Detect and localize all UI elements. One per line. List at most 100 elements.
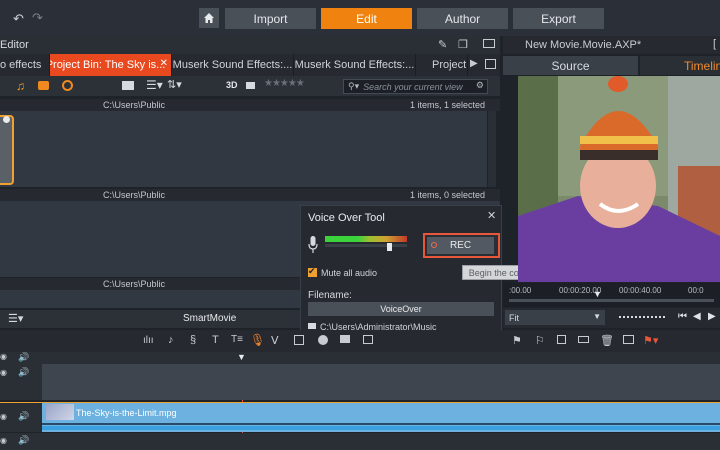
split-icon[interactable]: ᐯ bbox=[271, 334, 279, 347]
bin-header-1: C:\Users\Public 1 items, 1 selected bbox=[0, 99, 500, 111]
rating-stars-icon[interactable]: ★★★★★ bbox=[264, 78, 305, 89]
editor-title: Editor bbox=[0, 39, 29, 51]
home-button[interactable] bbox=[199, 8, 219, 28]
export-button[interactable]: Export bbox=[513, 8, 604, 29]
tab-timeline[interactable]: Timeline bbox=[640, 56, 720, 75]
smartmovie-label[interactable]: SmartMovie bbox=[183, 313, 236, 324]
info-icon[interactable] bbox=[3, 116, 10, 123]
marker-menu-icon[interactable]: ⚑▾ bbox=[643, 334, 658, 347]
media-thumbnail[interactable] bbox=[0, 115, 14, 185]
music-note-icon[interactable]: ♪ bbox=[168, 334, 174, 346]
folder-icon[interactable] bbox=[122, 81, 134, 90]
playhead-icon[interactable]: ▼ bbox=[237, 352, 246, 362]
music-icon[interactable]: ♫ bbox=[16, 79, 25, 93]
close-icon[interactable]: ✕ bbox=[487, 209, 496, 222]
tab-effects[interactable]: o effects bbox=[0, 54, 50, 76]
marker-icon[interactable]: ⚑ bbox=[512, 334, 522, 347]
track-3: ◉ 🔊 bbox=[0, 433, 720, 450]
copy-icon[interactable]: ❐ bbox=[458, 38, 468, 51]
menu-icon[interactable]: ☰▾ bbox=[8, 312, 23, 325]
speaker-icon[interactable]: 🔊 bbox=[18, 435, 29, 446]
timeline-toolbar: ılıı ♪ § T T≡ 🎙 ᐯ ⚑ ⚐ 🗑 ⚑▾ bbox=[0, 330, 720, 352]
bin-status-2: 1 items, 0 selected bbox=[410, 190, 486, 200]
author-button[interactable]: Author bbox=[417, 8, 508, 29]
smartmovie-bar: ☰▾ SmartMovie bbox=[0, 310, 300, 328]
delete-icon[interactable]: 🗑 bbox=[600, 334, 614, 347]
redo-icon[interactable]: ↷ bbox=[32, 10, 43, 26]
player-ruler[interactable]: :00.00 00:00:20.00 00:00:40.00 00:0 ▼ bbox=[503, 283, 720, 307]
list-view-icon[interactable]: ☰▾ bbox=[146, 78, 163, 92]
ruler-label: 00:0 bbox=[688, 286, 704, 295]
import-button[interactable]: Import bbox=[225, 8, 316, 29]
scroll-right-icon[interactable]: ▶ bbox=[470, 58, 478, 69]
edit-button[interactable]: Edit bbox=[321, 8, 412, 29]
sort-icon[interactable]: ⇅▾ bbox=[167, 78, 182, 91]
settings-icon[interactable]: ⚙ bbox=[476, 80, 484, 91]
audio-mixer-icon[interactable]: ılıı bbox=[143, 335, 154, 346]
3d-filter[interactable]: 3D bbox=[226, 80, 238, 90]
jog-shuttle[interactable] bbox=[619, 316, 665, 318]
screen-icon[interactable] bbox=[363, 335, 373, 344]
voice-over-title: Voice Over Tool bbox=[308, 212, 385, 224]
scrollbar[interactable] bbox=[488, 111, 496, 187]
tab-project-b[interactable]: Project B bbox=[416, 54, 468, 76]
tab-source[interactable]: Source bbox=[503, 56, 638, 75]
rec-button[interactable]: REC bbox=[427, 237, 494, 254]
search-input[interactable]: ⚲▾ Search your current view ⚙ bbox=[343, 79, 488, 94]
playhead-icon[interactable]: ▼ bbox=[593, 289, 602, 299]
multicam-icon[interactable] bbox=[294, 335, 304, 345]
search-placeholder: Search your current view bbox=[363, 81, 463, 92]
timeline-ruler[interactable]: ▼ bbox=[0, 352, 720, 364]
tab-muserk-2[interactable]: Muserk Sound Effects:... bbox=[294, 54, 416, 76]
tab-menu-icon[interactable] bbox=[485, 59, 496, 69]
level-slider-handle[interactable] bbox=[387, 243, 392, 251]
tag-icon[interactable] bbox=[246, 82, 255, 89]
speaker-icon[interactable]: 🔊 bbox=[18, 411, 29, 422]
step-back-icon[interactable]: ◀ bbox=[693, 311, 701, 322]
scorefitter-icon[interactable]: § bbox=[190, 334, 196, 346]
storyboard-icon[interactable] bbox=[340, 335, 350, 343]
video-preview[interactable] bbox=[518, 76, 720, 282]
scrub-bar[interactable] bbox=[509, 299, 714, 302]
level-meter bbox=[325, 236, 407, 242]
title-icon[interactable]: T bbox=[212, 334, 219, 346]
panel-layout-icon[interactable] bbox=[483, 39, 495, 48]
expand-icon[interactable]: [ bbox=[713, 38, 716, 50]
eye-icon[interactable]: ◉ bbox=[0, 352, 7, 361]
tab-project-bin[interactable]: Project Bin: The Sky is... ✕ bbox=[50, 54, 172, 76]
level-track bbox=[325, 244, 407, 247]
speaker-icon[interactable]: 🔊 bbox=[18, 352, 29, 363]
color-icon[interactable] bbox=[318, 335, 328, 345]
skip-back-icon[interactable]: ⏮ bbox=[678, 311, 687, 322]
video-frame-image bbox=[518, 76, 720, 282]
ripple-icon[interactable] bbox=[578, 336, 589, 343]
disc-icon[interactable] bbox=[62, 80, 73, 91]
eye-icon[interactable]: ◉ bbox=[0, 412, 7, 421]
eye-icon[interactable]: ◉ bbox=[0, 368, 7, 377]
link-icon[interactable]: ✎ bbox=[438, 38, 447, 51]
snapshot-icon[interactable] bbox=[623, 335, 634, 344]
trim-icon[interactable] bbox=[557, 335, 566, 344]
close-icon[interactable]: ✕ bbox=[160, 58, 168, 69]
eye-icon[interactable]: ◉ bbox=[0, 436, 7, 445]
filename-label: Filename: bbox=[308, 290, 352, 301]
photo-icon[interactable] bbox=[38, 81, 49, 90]
folder-icon[interactable] bbox=[308, 323, 316, 329]
undo-arrow-icon[interactable] bbox=[16, 10, 26, 24]
tab-project-bin-label: Project Bin: The Sky is... bbox=[50, 59, 166, 71]
track-1[interactable] bbox=[42, 364, 720, 400]
player-header: New Movie.Movie.AXP* [ bbox=[503, 36, 720, 54]
top-navigation-bar: ↶ ↷ Import Edit Author Export bbox=[0, 0, 720, 36]
play-icon[interactable]: ▶ bbox=[708, 311, 716, 322]
video-clip[interactable]: The-Sky-is-the-Limit.mpg bbox=[42, 402, 720, 432]
title-editor-icon[interactable]: T≡ bbox=[231, 334, 243, 345]
bin-path-1: C:\Users\Public bbox=[103, 100, 166, 110]
voice-over-icon[interactable]: 🎙 bbox=[250, 333, 265, 347]
snap-icon[interactable]: ⚐ bbox=[535, 334, 545, 347]
clip-name: The-Sky-is-the-Limit.mpg bbox=[76, 408, 177, 418]
zoom-select[interactable]: Fit ▼ bbox=[505, 310, 605, 325]
tab-muserk-1[interactable]: Muserk Sound Effects:... bbox=[172, 54, 294, 76]
filename-field[interactable]: VoiceOver bbox=[308, 302, 494, 316]
speaker-icon[interactable]: 🔊 bbox=[18, 367, 29, 378]
player-title: New Movie.Movie.AXP* bbox=[525, 39, 642, 51]
